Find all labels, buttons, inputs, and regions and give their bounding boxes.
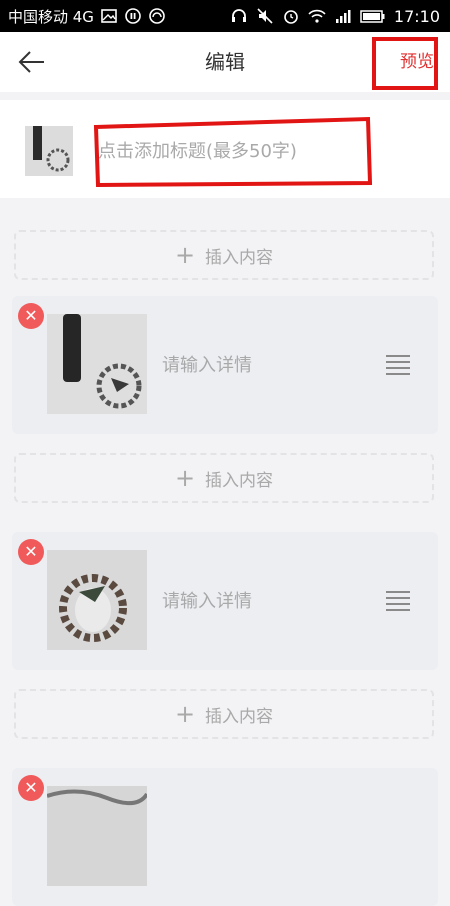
headphones-icon xyxy=(231,9,246,22)
insert-label: 插入内容 xyxy=(205,247,274,268)
insert-content-button[interactable]: + 插入内容 xyxy=(14,689,434,739)
battery-icon xyxy=(360,10,385,23)
delete-item-icon[interactable]: ✕ xyxy=(18,539,44,565)
detail-input[interactable] xyxy=(160,348,374,382)
delete-item-icon[interactable]: ✕ xyxy=(18,303,44,329)
mute-icon xyxy=(257,8,273,24)
drag-handle-icon[interactable] xyxy=(386,355,410,375)
clock: 17:10 xyxy=(393,6,440,26)
content-item xyxy=(12,296,438,434)
delete-item-icon[interactable]: ✕ xyxy=(18,775,44,801)
alarm-icon xyxy=(284,10,298,24)
plus-icon: + xyxy=(174,700,196,728)
detail-input[interactable] xyxy=(160,584,374,618)
insert-label: 插入内容 xyxy=(205,706,274,727)
item-image[interactable] xyxy=(47,786,147,886)
drag-handle-icon[interactable] xyxy=(386,591,410,611)
insert-content-button[interactable]: + 插入内容 xyxy=(14,453,434,503)
status-bar: 中国移动 4G 17:10 xyxy=(0,0,450,32)
wifi-icon xyxy=(308,9,326,23)
plus-icon: + xyxy=(174,241,196,269)
content-item xyxy=(12,532,438,670)
cover-thumbnail[interactable] xyxy=(25,126,73,176)
image-icon xyxy=(101,9,117,23)
item-image[interactable] xyxy=(47,314,147,414)
app-header: 编辑 预览 xyxy=(0,32,450,92)
insert-label: 插入内容 xyxy=(205,470,274,491)
signal-icon xyxy=(335,10,351,23)
title-section xyxy=(0,100,450,198)
title-input[interactable] xyxy=(96,130,400,172)
content-item xyxy=(12,768,438,906)
carrier-label: 中国移动 4G xyxy=(8,7,94,26)
pause-icon xyxy=(125,8,141,24)
headset-icon xyxy=(149,8,165,24)
plus-icon: + xyxy=(174,464,196,492)
page-title: 编辑 xyxy=(205,50,245,74)
preview-button[interactable]: 预览 xyxy=(400,32,434,92)
item-image[interactable] xyxy=(47,550,147,650)
insert-content-button[interactable]: + 插入内容 xyxy=(14,230,434,280)
